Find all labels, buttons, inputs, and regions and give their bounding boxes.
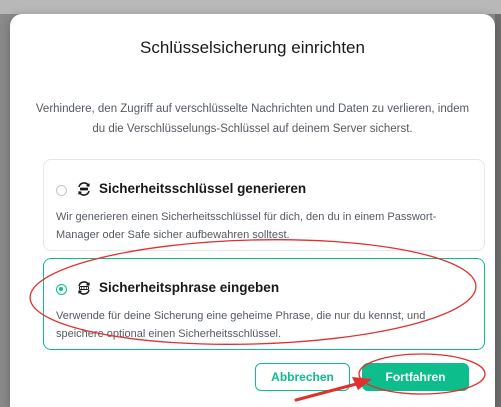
dialog-description: Verhindere, den Zugriff auf verschlüssel… bbox=[35, 103, 470, 135]
option-description: Wir generieren einen Sicherheitsschlüsse… bbox=[56, 211, 437, 241]
radio-passphrase[interactable] bbox=[56, 284, 67, 295]
option-title: Sicherheitsphrase eingeben bbox=[99, 280, 280, 295]
dialog-title: Schlüsselsicherung einrichten bbox=[140, 38, 365, 57]
option-title: Sicherheitsschlüssel generieren bbox=[99, 181, 307, 196]
passphrase-icon bbox=[78, 281, 90, 295]
continue-button[interactable]: Fortfahren bbox=[362, 363, 469, 391]
key-backup-dialog: Schlüsselsicherung einrichten Verhindere… bbox=[10, 14, 495, 407]
radio-generate-key[interactable] bbox=[56, 185, 67, 196]
backdrop-right bbox=[495, 14, 501, 407]
key-sync-icon bbox=[78, 182, 90, 196]
option-description: Verwende für deine Sicherung eine geheim… bbox=[56, 310, 426, 340]
cancel-button[interactable]: Abbrechen bbox=[255, 363, 350, 391]
option-generate-key[interactable]: Sicherheitsschlüssel generieren Wir gene… bbox=[43, 159, 485, 251]
option-passphrase[interactable]: Sicherheitsphrase eingeben Verwende für … bbox=[43, 258, 485, 350]
backdrop-top bbox=[0, 0, 501, 14]
